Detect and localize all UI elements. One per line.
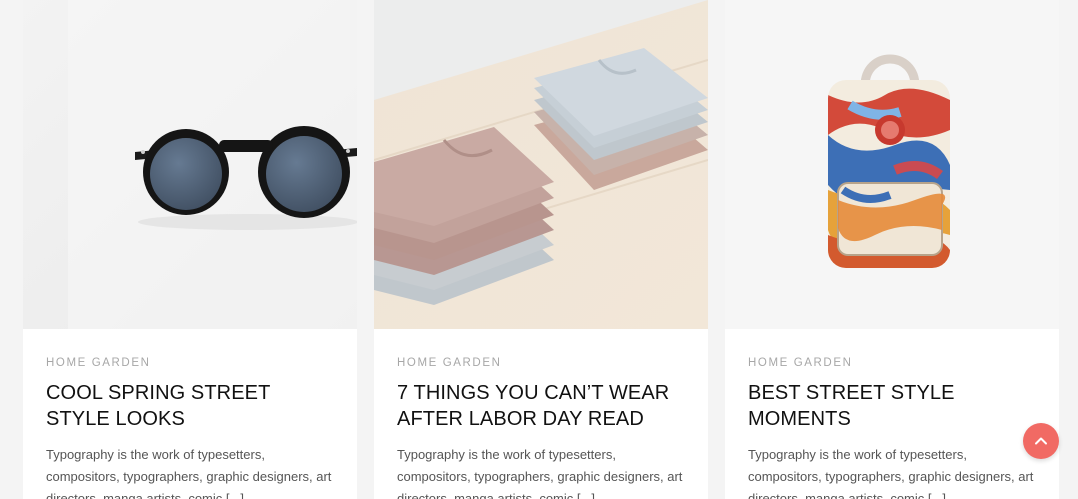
post-title-link[interactable]: COOL SPRING STREET STYLE LOOKS (46, 380, 334, 432)
post-thumbnail-link[interactable] (725, 0, 1059, 329)
scroll-to-top-button[interactable] (1023, 423, 1059, 459)
post-excerpt: Typography is the work of typesetters, c… (46, 447, 332, 499)
post-excerpt: Typography is the work of typesetters, c… (748, 447, 1034, 499)
post-category-link[interactable]: HOME GARDEN (397, 356, 502, 370)
post-card: HOME GARDEN COOL SPRING STREET STYLE LOO… (23, 0, 357, 499)
backpack-image (725, 0, 1059, 329)
post-card: HOME GARDEN BEST STREET STYLE MOMENTS Ty… (725, 0, 1059, 499)
post-excerpt: Typography is the work of typesetters, c… (397, 447, 683, 499)
post-thumbnail-link[interactable] (374, 0, 708, 329)
post-card: HOME GARDEN 7 THINGS YOU CAN’T WEAR AFTE… (374, 0, 708, 499)
post-title-link[interactable]: BEST STREET STYLE MOMENTS (748, 380, 1036, 432)
folded-tshirts-image (374, 0, 708, 329)
post-thumbnail-link[interactable] (23, 0, 357, 329)
post-category-link[interactable]: HOME GARDEN (748, 356, 853, 370)
sunglasses-image (23, 0, 357, 329)
chevron-up-icon (1035, 437, 1047, 445)
blog-grid: HOME GARDEN COOL SPRING STREET STYLE LOO… (0, 0, 1078, 499)
post-category-link[interactable]: HOME GARDEN (46, 356, 151, 370)
post-title-link[interactable]: 7 THINGS YOU CAN’T WEAR AFTER LABOR DAY … (397, 380, 685, 432)
